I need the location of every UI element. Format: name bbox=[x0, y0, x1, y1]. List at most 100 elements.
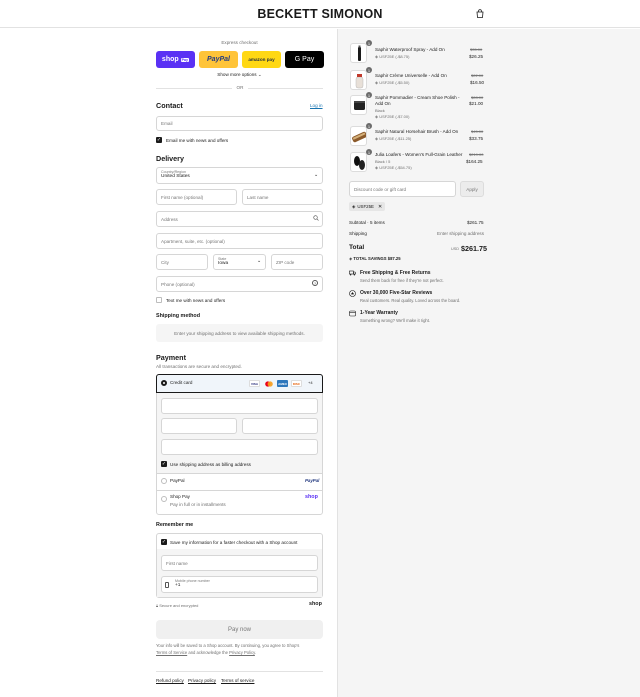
item-discount: ◈ USF25E (-$5.50) bbox=[375, 80, 409, 85]
email-news-checkbox[interactable]: ✓ bbox=[156, 137, 162, 143]
name-on-card-field[interactable] bbox=[161, 439, 318, 455]
truck-icon bbox=[349, 270, 356, 278]
text-news-label: Text me with news and offers bbox=[166, 298, 226, 303]
item-discount-code: USF25E (-$11.25) bbox=[379, 136, 412, 141]
apartment-placeholder: Apartment, suite, etc. (optional) bbox=[161, 238, 225, 244]
paypal-radio[interactable] bbox=[161, 478, 167, 484]
text-news-checkbox[interactable] bbox=[156, 297, 162, 303]
shopping-bag-icon[interactable] bbox=[476, 9, 484, 18]
remove-code-icon[interactable]: ✕ bbox=[378, 204, 382, 210]
quantity-badge: 1 bbox=[366, 123, 372, 129]
express-checkout-title: Express checkout bbox=[221, 40, 258, 45]
shop-pay-button[interactable]: shop Pay bbox=[156, 51, 195, 68]
item-price: $21.00 bbox=[469, 101, 484, 106]
item-discount-code: USF25E (-$54.75) bbox=[379, 165, 412, 170]
perk-title: 1-Year Warranty bbox=[360, 310, 398, 316]
brand-logo[interactable]: BECKETT SIMONON bbox=[0, 7, 640, 21]
legal-and: and acknowledge the bbox=[188, 649, 228, 655]
remember-first-name-placeholder: First name bbox=[166, 560, 188, 566]
perk-sub: Something wrong? We'll make it right. bbox=[360, 318, 431, 323]
paypal-button[interactable]: PayPal bbox=[199, 51, 238, 68]
help-icon[interactable]: ? bbox=[312, 280, 318, 286]
quantity-badge: 1 bbox=[366, 92, 372, 98]
item-old-price: $219.00 bbox=[469, 152, 484, 157]
divider bbox=[156, 671, 323, 672]
email-field[interactable]: Email bbox=[156, 116, 323, 131]
applied-code-chip: ◈ USF25E ✕ bbox=[349, 202, 386, 211]
item-old-price: $28.00 bbox=[471, 95, 484, 100]
shipping-label: Shipping bbox=[349, 231, 367, 236]
privacy-link[interactable]: Privacy Policy bbox=[229, 650, 255, 655]
item-discount-code: USF25E (-$5.50) bbox=[379, 80, 410, 85]
item-price: $26.25 bbox=[469, 54, 484, 59]
amazon-pay-button[interactable]: amazon pay bbox=[242, 51, 281, 68]
last-name-placeholder: Last name bbox=[247, 194, 269, 200]
contact-title: Contact bbox=[156, 101, 183, 110]
perk-title: Over 30,000 Five-Star Reviews bbox=[360, 290, 433, 296]
tag-icon: ◈ bbox=[375, 136, 379, 141]
paypal-option-label: PayPal bbox=[170, 478, 185, 483]
mobile-phone-field[interactable]: Mobile phone number +1 bbox=[161, 576, 318, 593]
shop-logo: shop bbox=[309, 601, 322, 607]
login-link[interactable]: Log in bbox=[310, 103, 323, 108]
billing-same-label: Use shipping address as billing address bbox=[170, 462, 251, 467]
save-info-label: Save my information for a faster checkou… bbox=[170, 540, 298, 545]
payment-subtitle: All transactions are secure and encrypte… bbox=[156, 364, 242, 369]
first-name-field[interactable]: First name (optional) bbox=[156, 189, 237, 205]
item-discount-code: USF25E (-$7.00) bbox=[379, 114, 410, 119]
total-value: $261.75 bbox=[461, 244, 487, 253]
credit-card-radio[interactable] bbox=[161, 380, 167, 386]
zip-field[interactable]: ZIP code bbox=[271, 254, 323, 270]
product-thumbnail bbox=[350, 95, 367, 115]
tag-icon: ◈ bbox=[375, 80, 379, 85]
quantity-badge: 1 bbox=[366, 40, 372, 46]
legal-line: Your info will be saved to a Shop accoun… bbox=[156, 643, 300, 648]
apply-button[interactable]: Apply bbox=[460, 181, 484, 197]
city-field[interactable]: City bbox=[156, 254, 208, 270]
item-old-price: $45.00 bbox=[471, 129, 484, 134]
tag-icon: ◈ bbox=[349, 256, 353, 261]
terms-link[interactable]: Terms of Service bbox=[156, 650, 187, 655]
show-more-options[interactable]: Show more options ⌄ bbox=[156, 72, 323, 78]
card-number-field[interactable] bbox=[161, 398, 318, 414]
footer-terms-of-service[interactable]: Terms of service bbox=[221, 678, 254, 683]
remember-first-name-field[interactable]: First name bbox=[161, 555, 318, 571]
total-label: Total bbox=[349, 244, 365, 251]
quantity-badge: 1 bbox=[366, 67, 372, 73]
legal-text: Your info will be saved to a Shop accoun… bbox=[156, 643, 323, 656]
shop-pay-radio[interactable] bbox=[161, 496, 167, 502]
quantity-badge: 1 bbox=[366, 149, 372, 155]
item-name: Saphir Crème Universelle - Add On bbox=[375, 73, 447, 78]
item-variant: Black bbox=[375, 108, 385, 113]
footer-refund-policy[interactable]: Refund policy bbox=[156, 678, 184, 683]
zip-placeholder: ZIP code bbox=[276, 259, 295, 265]
item-discount: ◈ USF25E (-$7.00) bbox=[375, 114, 409, 119]
billing-same-checkbox[interactable]: ✓ bbox=[161, 461, 167, 467]
tag-icon: ◈ bbox=[375, 114, 379, 119]
product-thumbnail bbox=[350, 70, 367, 90]
remember-me-title: Remember me bbox=[156, 522, 194, 528]
phone-field[interactable]: Phone (optional) bbox=[156, 276, 323, 292]
last-name-field[interactable]: Last name bbox=[242, 189, 323, 205]
phone-placeholder: Phone (optional) bbox=[161, 281, 195, 287]
save-info-checkbox[interactable]: ✓ bbox=[161, 539, 167, 545]
chevron-down-icon: ⌄ bbox=[257, 72, 262, 77]
or-divider: OR bbox=[232, 85, 248, 90]
security-code-field[interactable] bbox=[242, 418, 318, 434]
expiration-field[interactable] bbox=[161, 418, 237, 434]
pay-now-button[interactable]: Pay now bbox=[156, 620, 323, 639]
star-badge-icon bbox=[349, 290, 356, 299]
address-field[interactable]: Address bbox=[156, 211, 323, 227]
discount-code-field[interactable]: Discount code or gift card bbox=[349, 181, 456, 197]
tag-icon: ◈ bbox=[352, 203, 356, 209]
applied-code: USF25E bbox=[357, 204, 374, 209]
item-name: Saphir Natural Horsehair Brush - Add On bbox=[375, 129, 459, 134]
mastercard-icon bbox=[263, 380, 274, 387]
country-select[interactable]: Country/Region United States bbox=[156, 167, 323, 184]
google-pay-button[interactable]: G Pay bbox=[285, 51, 324, 68]
shop-pay-logo: shop bbox=[305, 494, 318, 500]
footer-privacy-policy[interactable]: Privacy policy bbox=[188, 678, 216, 683]
mobile-phone-icon bbox=[165, 582, 169, 588]
tag-icon: ◈ bbox=[375, 54, 379, 59]
apartment-field[interactable]: Apartment, suite, etc. (optional) bbox=[156, 233, 323, 249]
